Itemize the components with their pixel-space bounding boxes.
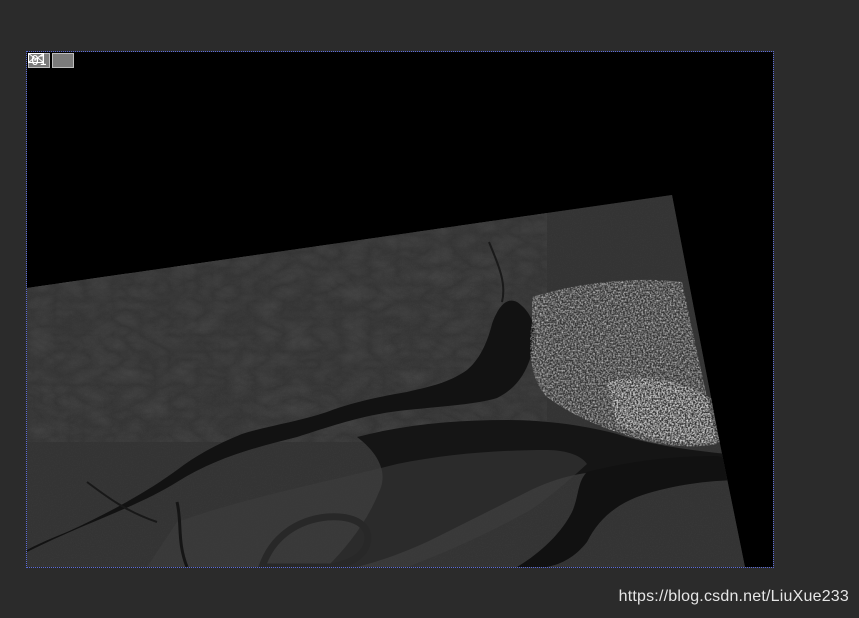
viewer-badges: 01: [28, 53, 74, 69]
sar-scene: [27, 195, 745, 567]
envelope-icon[interactable]: [28, 53, 74, 68]
envelope-icon-glyph: [28, 53, 44, 63]
workspace: 01 https://blog.csdn.net/LiuXue233: [0, 0, 859, 618]
image-viewer[interactable]: 01: [26, 51, 774, 568]
watermark-url: https://blog.csdn.net/LiuXue233: [618, 588, 849, 605]
sar-image: [27, 195, 745, 567]
